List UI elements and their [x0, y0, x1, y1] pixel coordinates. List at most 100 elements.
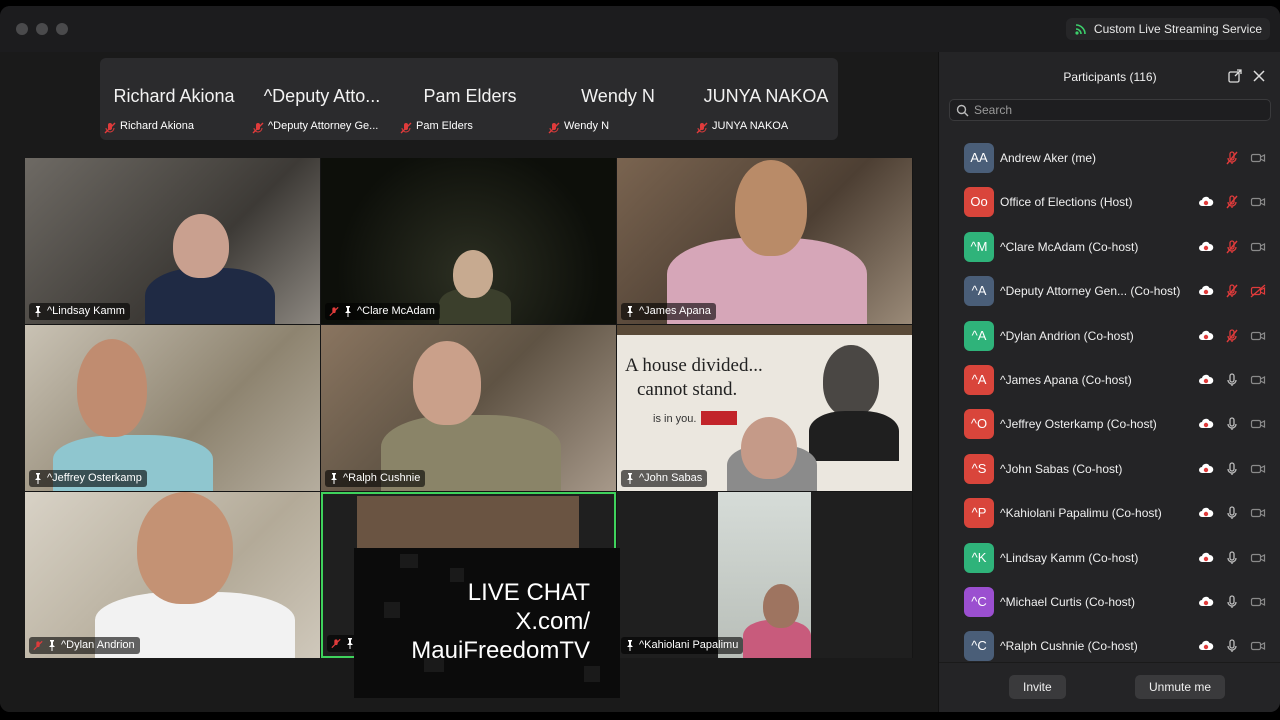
participant-label: ^James Apana — [621, 303, 716, 320]
strip-tile[interactable]: Pam Elders Pam Elders — [396, 58, 544, 140]
strip-tile[interactable]: ^Deputy Atto... ^Deputy Attorney Ge... — [248, 58, 396, 140]
mic-icon[interactable] — [1224, 505, 1240, 521]
participant-row[interactable]: ^A ^Dylan Andrion (Co-host) — [939, 314, 1280, 358]
mic-muted-icon[interactable] — [1224, 150, 1240, 166]
close-window-button[interactable] — [16, 23, 28, 35]
cloud-recording-icon — [1198, 638, 1214, 654]
pin-icon — [627, 306, 633, 317]
participant-row[interactable]: ^O ^Jeffrey Osterkamp (Co-host) — [939, 402, 1280, 446]
search-icon — [956, 104, 969, 117]
avatar: ^P — [964, 498, 994, 529]
participant-row[interactable]: ^K ^Lindsay Kamm (Co-host) — [939, 536, 1280, 580]
video-tile[interactable]: ^Kahiolani Papalimu — [617, 492, 912, 658]
search-input[interactable] — [974, 102, 1264, 118]
mic-icon[interactable] — [1224, 416, 1240, 432]
participant-name: ^Ralph Cushnie — [343, 472, 421, 484]
poster-top-edge — [617, 325, 912, 335]
video-tile[interactable]: ^James Apana — [617, 158, 912, 324]
avatar: Oo — [964, 187, 994, 218]
participant-row[interactable]: ^S ^John Sabas (Co-host) — [939, 447, 1280, 491]
video-muted-icon[interactable] — [1250, 283, 1266, 299]
strip-display-name: Richard Akiona — [113, 86, 235, 106]
video-tile[interactable]: ^Jeffrey Osterkamp — [25, 325, 320, 491]
video-camera-icon[interactable] — [1250, 239, 1266, 255]
minimize-window-button[interactable] — [36, 23, 48, 35]
overlay-block — [584, 666, 600, 682]
unmute-me-button[interactable]: Unmute me — [1135, 675, 1226, 699]
avatar: ^S — [964, 453, 994, 484]
strip-tile[interactable]: Wendy N Wendy N — [544, 58, 692, 140]
video-tile[interactable]: ^Clare McAdam — [321, 158, 616, 324]
zoom-window-button[interactable] — [56, 23, 68, 35]
video-tile[interactable]: ^Dylan Andrion — [25, 492, 320, 658]
participant-name: ^James Apana — [639, 305, 711, 317]
pop-out-icon[interactable] — [1228, 69, 1242, 83]
participant-row[interactable]: Oo Office of Elections (Host) — [939, 180, 1280, 224]
strip-display-name: Pam Elders — [423, 86, 517, 106]
video-camera-icon[interactable] — [1250, 328, 1266, 344]
mic-icon[interactable] — [1224, 594, 1240, 610]
mic-icon[interactable] — [1224, 372, 1240, 388]
mic-muted-icon[interactable] — [1224, 328, 1240, 344]
poster-subtext: is in you. — [653, 413, 697, 425]
video-camera-icon[interactable] — [1250, 416, 1266, 432]
participant-row[interactable]: ^P ^Kahiolani Papalimu (Co-host) — [939, 491, 1280, 535]
participant-name: ^Lindsay Kamm — [47, 305, 125, 317]
cloud-recording-icon — [1198, 550, 1214, 566]
participant-row[interactable]: ^A ^Deputy Attorney Gen... (Co-host) — [939, 269, 1280, 313]
participant-name: ^James Apana (Co-host) — [1000, 373, 1132, 387]
participant-face — [173, 214, 229, 278]
mic-muted-icon[interactable] — [1224, 194, 1240, 210]
strip-name-label: JUNYA NAKOA — [712, 120, 789, 132]
avatar: ^C — [964, 587, 994, 617]
participant-name: ^Clare McAdam (Co-host) — [1000, 239, 1139, 254]
invite-button[interactable]: Invite — [1009, 675, 1066, 699]
mic-muted-icon[interactable] — [1224, 239, 1240, 255]
cloud-recording-icon — [1198, 328, 1214, 344]
video-camera-icon[interactable] — [1250, 550, 1266, 566]
pin-icon — [331, 473, 337, 484]
video-camera-icon[interactable] — [1250, 505, 1266, 521]
video-stage: Richard Akiona Richard Akiona ^Deputy At… — [0, 52, 938, 712]
mic-icon[interactable] — [1224, 550, 1240, 566]
participant-face — [413, 341, 481, 425]
zoom-window: Custom Live Streaming Service Richard Ak… — [0, 6, 1280, 712]
avatar: ^A — [964, 276, 994, 307]
participant-row[interactable]: AA Andrew Aker (me) — [939, 136, 1280, 180]
video-camera-icon[interactable] — [1250, 150, 1266, 166]
participant-row[interactable]: ^M ^Clare McAdam (Co-host) — [939, 225, 1280, 269]
participant-row[interactable]: ^A ^James Apana (Co-host) — [939, 358, 1280, 402]
strip-tile[interactable]: Richard Akiona Richard Akiona — [100, 58, 248, 140]
mic-icon[interactable] — [1224, 638, 1240, 654]
poster-red-block — [701, 411, 737, 425]
participant-face — [763, 584, 799, 628]
live-stream-status[interactable]: Custom Live Streaming Service — [1065, 18, 1270, 40]
video-tile[interactable]: A house divided... cannot stand. is in y… — [617, 325, 912, 491]
cloud-recording-icon — [1198, 194, 1214, 210]
avatar: ^C — [964, 631, 994, 662]
video-tile[interactable]: ^Ralph Cushnie — [321, 325, 616, 491]
live-chat-overlay: LIVE CHAT X.com/ MauiFreedomTV — [354, 548, 620, 698]
video-tile[interactable]: ^Lindsay Kamm — [25, 158, 320, 324]
video-camera-icon[interactable] — [1250, 638, 1266, 654]
participant-row[interactable]: ^C ^Michael Curtis (Co-host) — [939, 580, 1280, 624]
overlay-text: LIVE CHAT X.com/ MauiFreedomTV — [411, 578, 590, 665]
close-icon[interactable] — [1252, 69, 1266, 83]
mic-muted-icon[interactable] — [1224, 283, 1240, 299]
cloud-recording-icon — [1198, 283, 1214, 299]
avatar: ^A — [964, 320, 994, 351]
video-camera-icon[interactable] — [1250, 372, 1266, 388]
video-camera-icon[interactable] — [1250, 461, 1266, 477]
participants-panel: Participants (116) AAAndrew Aker (me)OoO… — [938, 52, 1280, 712]
overlay-line: X.com/ — [515, 608, 590, 635]
participant-label: ^Lindsay Kamm — [29, 303, 130, 320]
video-camera-icon[interactable] — [1250, 194, 1266, 210]
mic-icon[interactable] — [1224, 461, 1240, 477]
search-field[interactable] — [949, 99, 1271, 121]
mic-muted-icon — [329, 306, 339, 317]
participant-name: Office of Elections (Host) — [1000, 195, 1133, 210]
strip-tile[interactable]: JUNYA NAKOA JUNYA NAKOA — [692, 58, 840, 140]
strip-name-label: Richard Akiona — [120, 120, 194, 132]
participant-face — [735, 160, 807, 256]
video-camera-icon[interactable] — [1250, 594, 1266, 610]
